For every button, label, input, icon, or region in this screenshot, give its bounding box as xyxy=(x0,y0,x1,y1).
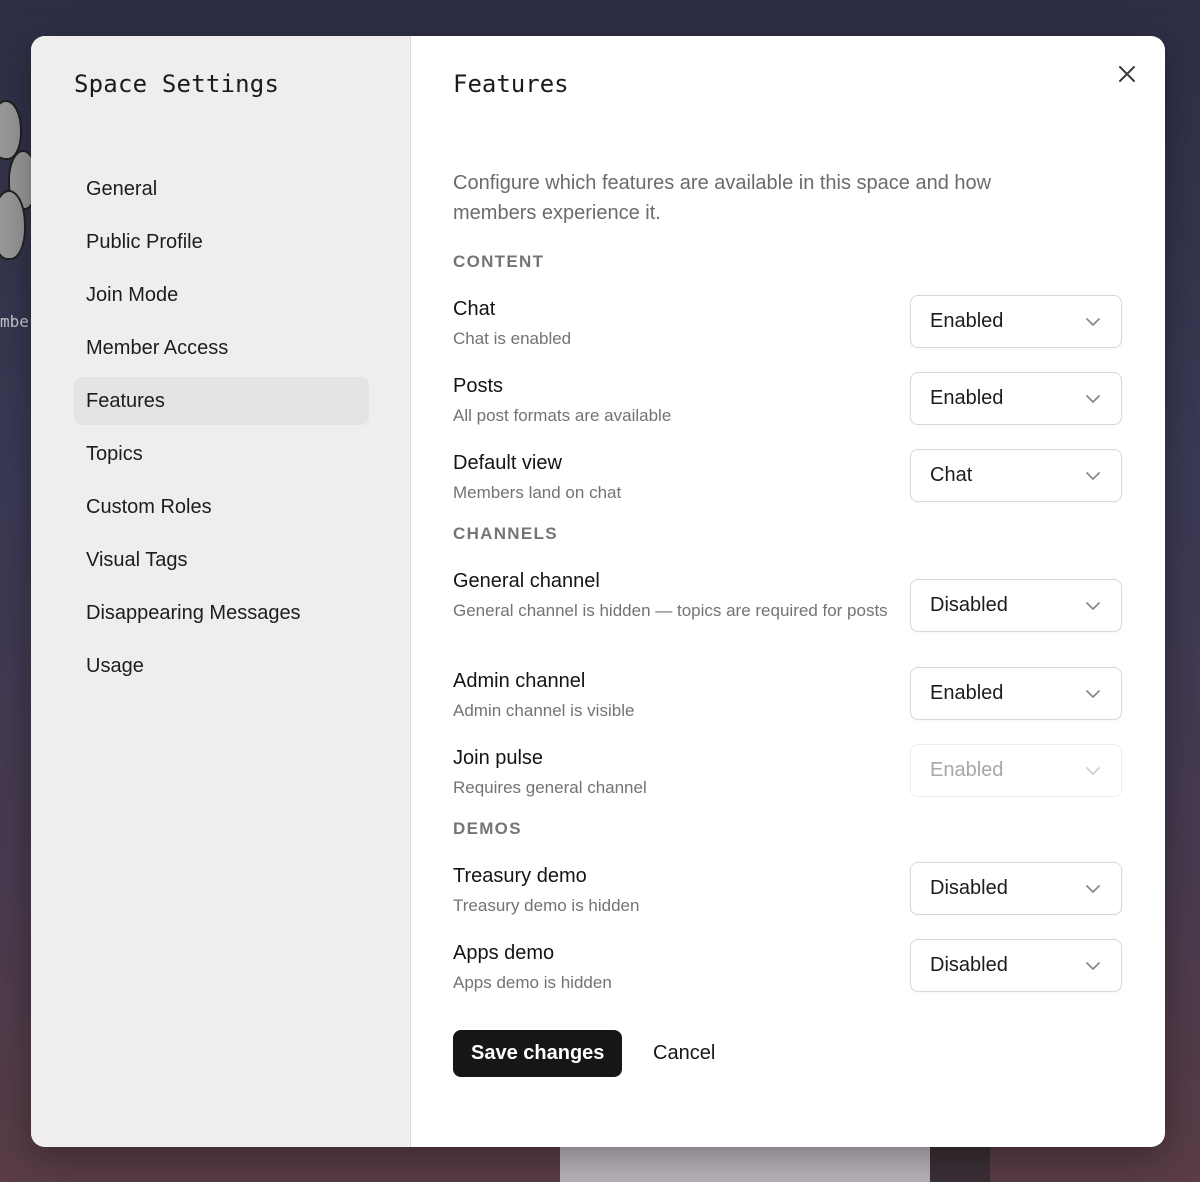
panel-description: Configure which features are available i… xyxy=(453,172,992,224)
feature-subtitle: Treasury demo is hidden xyxy=(453,896,640,915)
chevron-down-icon xyxy=(1085,601,1101,611)
sidebar-item-join-mode[interactable]: Join Mode xyxy=(74,271,369,319)
sidebar-item-general[interactable]: General xyxy=(74,165,369,213)
background-text: mbe xyxy=(0,312,29,331)
chevron-down-icon xyxy=(1085,884,1101,894)
section-label-channels: CHANNELS xyxy=(453,524,558,543)
page-title: Features xyxy=(453,70,569,98)
feature-subtitle: General channel is hidden — topics are r… xyxy=(453,601,888,620)
features-panel: Features Configure which features are av… xyxy=(411,36,1165,1147)
close-icon xyxy=(1119,66,1135,82)
sidebar-item-features[interactable]: Features xyxy=(74,377,369,425)
chevron-down-icon xyxy=(1085,766,1101,776)
sidebar-item-public-profile[interactable]: Public Profile xyxy=(74,218,369,266)
chevron-down-icon xyxy=(1085,689,1101,699)
close-button[interactable] xyxy=(1113,60,1141,88)
section-label-demos: DEMOS xyxy=(453,819,522,838)
feature-subtitle: All post formats are available xyxy=(453,406,672,425)
save-changes-button[interactable]: Save changes xyxy=(453,1030,623,1077)
sidebar-title: Space Settings xyxy=(74,70,280,98)
chevron-down-icon xyxy=(1085,317,1101,327)
sidebar-item-disappearing-messages[interactable]: Disappearing Messages xyxy=(74,589,369,637)
treasury-demo-select[interactable]: Disabled xyxy=(910,862,1122,915)
select-value: Enabled xyxy=(930,387,1004,409)
feature-subtitle: Members land on chat xyxy=(453,483,622,502)
chevron-down-icon xyxy=(1085,961,1101,971)
select-value: Disabled xyxy=(930,877,1008,899)
sidebar-item-topics[interactable]: Topics xyxy=(74,430,369,478)
join-pulse-select: Enabled xyxy=(910,744,1122,797)
section-label-content: CONTENT xyxy=(453,252,545,271)
select-value: Enabled xyxy=(930,310,1004,332)
sidebar-item-custom-roles[interactable]: Custom Roles xyxy=(74,483,369,531)
sidebar-item-member-access[interactable]: Member Access xyxy=(74,324,369,372)
sidebar-item-usage[interactable]: Usage xyxy=(74,642,369,690)
select-value: Disabled xyxy=(930,954,1008,976)
chat-select[interactable]: Enabled xyxy=(910,295,1122,348)
feature-subtitle: Requires general channel xyxy=(453,778,647,797)
general-channel-select[interactable]: Disabled xyxy=(910,579,1122,632)
select-value: Chat xyxy=(930,464,973,486)
admin-channel-select[interactable]: Enabled xyxy=(910,667,1122,720)
posts-select[interactable]: Enabled xyxy=(910,372,1122,425)
chevron-down-icon xyxy=(1085,471,1101,481)
feature-subtitle: Admin channel is visible xyxy=(453,701,635,720)
settings-sidebar: Space Settings General Public Profile Jo… xyxy=(31,36,411,1147)
settings-nav: General Public Profile Join Mode Member … xyxy=(74,165,369,695)
apps-demo-select[interactable]: Disabled xyxy=(910,939,1122,992)
select-value: Enabled xyxy=(930,759,1004,781)
default-view-select[interactable]: Chat xyxy=(910,449,1122,502)
select-value: Enabled xyxy=(930,682,1004,704)
select-value: Disabled xyxy=(930,594,1008,616)
feature-subtitle: Chat is enabled xyxy=(453,329,572,348)
cancel-button[interactable]: Cancel xyxy=(653,1030,715,1077)
chevron-down-icon xyxy=(1085,394,1101,404)
space-settings-modal: Space Settings General Public Profile Jo… xyxy=(31,36,1165,1147)
sidebar-item-visual-tags[interactable]: Visual Tags xyxy=(74,536,369,584)
feature-subtitle: Apps demo is hidden xyxy=(453,973,612,992)
